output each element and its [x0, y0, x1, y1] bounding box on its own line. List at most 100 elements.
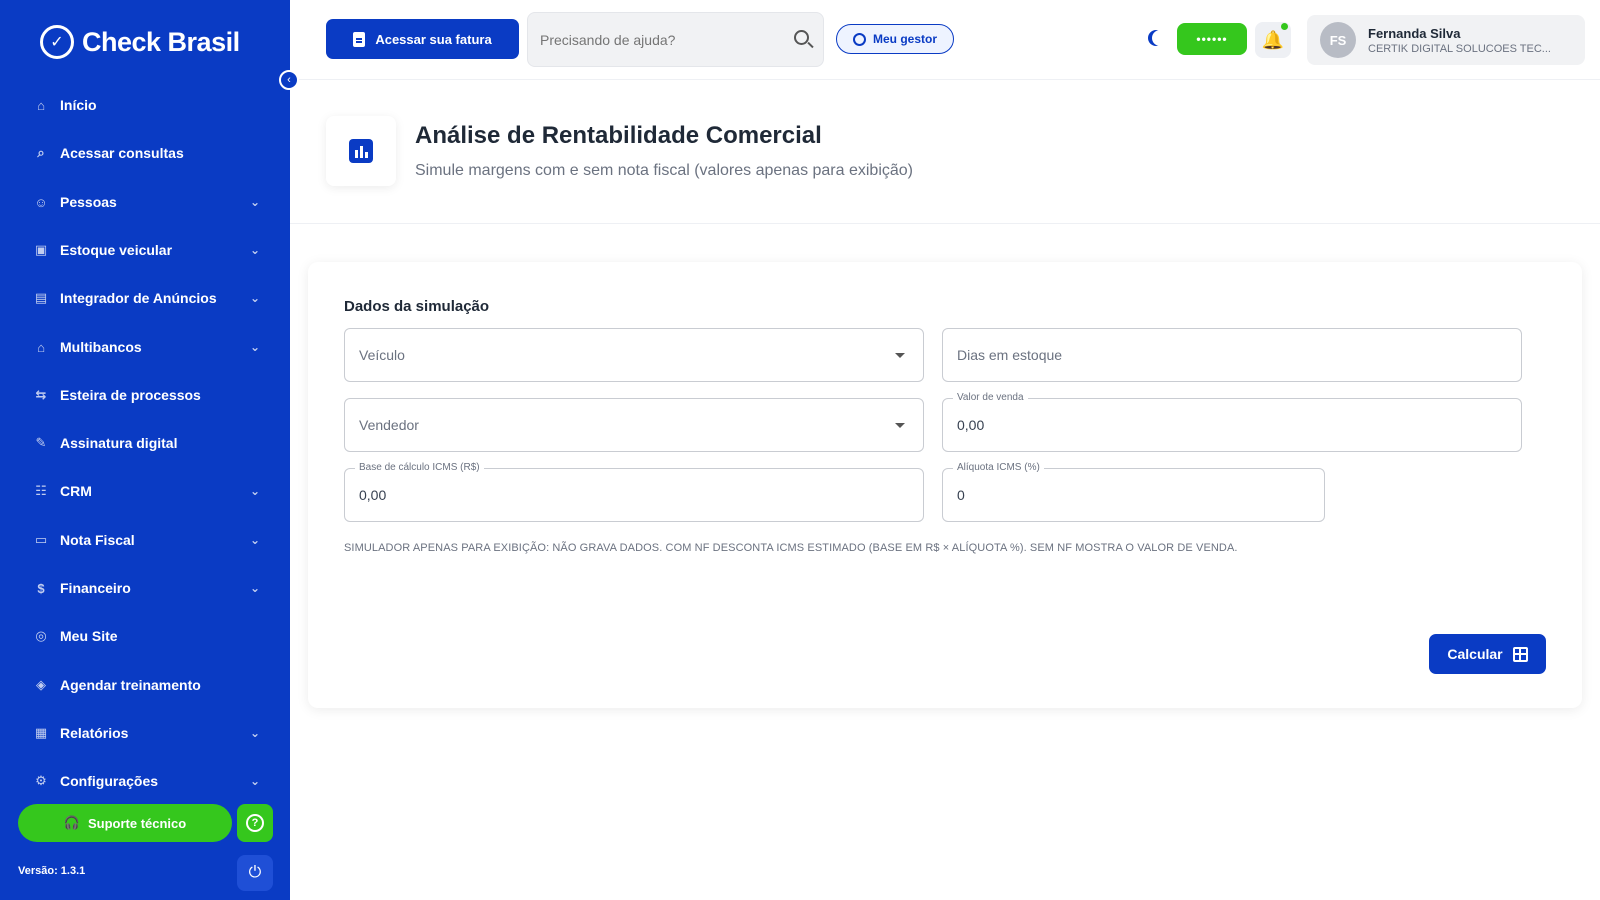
chevron-down-icon: ⌄ [249, 774, 260, 788]
page-title: Análise de Rentabilidade Comercial [415, 122, 822, 149]
page-header: Análise de Rentabilidade Comercial Simul… [290, 80, 1600, 224]
invoice-icon: ▭ [34, 532, 48, 547]
help-search-input[interactable] [540, 13, 780, 66]
days-in-stock-placeholder: Dias em estoque [957, 347, 1063, 363]
sidebar-item-label: Relatórios [60, 725, 129, 741]
crm-icon: ☷ [35, 483, 47, 498]
search-icon[interactable] [794, 30, 809, 45]
sidebar-item[interactable]: ☷ CRM ⌄ [0, 474, 290, 508]
icms-rate-label: Alíquota ICMS (%) [953, 462, 1044, 473]
sidebar-item[interactable]: ⚙ Configurações ⌄ [0, 764, 290, 798]
workflow-icon: ⇆ [35, 387, 47, 402]
sidebar-item[interactable]: ⇆ Esteira de processos [0, 378, 290, 412]
calculate-button-label: Calcular [1447, 646, 1503, 662]
logout-button[interactable]: ⏻ [237, 855, 273, 891]
sidebar-item-label: Assinatura digital [60, 435, 178, 451]
sidebar-item-label: Integrador de Anúncios [60, 290, 217, 306]
ads-icon: ▤ [34, 290, 48, 305]
version-label: Versão: 1.3.1 [18, 865, 86, 877]
chevron-down-icon: ⌄ [249, 484, 260, 498]
headset-icon: 🎧 [63, 815, 80, 830]
signature-icon: ✎ [35, 435, 47, 450]
sidebar-item-label: Esteira de processos [60, 387, 201, 403]
sidebar-item-label: Pessoas [60, 194, 117, 210]
icms-rate-field[interactable]: Alíquota ICMS (%) 0 [942, 462, 1325, 522]
sidebar-item[interactable]: ▤ Integrador de Anúncios ⌄ [0, 281, 290, 315]
chevron-down-icon: ⌄ [249, 726, 260, 740]
money-icon: $ [37, 580, 45, 596]
page-subtitle: Simule margens com e sem nota fiscal (va… [415, 162, 914, 179]
user-menu[interactable]: FS Fernanda Silva CERTIK DIGITAL SOLUCOE… [1307, 15, 1585, 65]
sidebar-item-label: Início [60, 97, 97, 113]
brand-logo[interactable]: ✓ Check Brasil [40, 25, 240, 59]
sidebar-item[interactable]: ⌂ Início [0, 88, 290, 122]
collapse-sidebar-button[interactable]: ‹ [279, 70, 299, 90]
sale-value-field[interactable]: Valor de venda 0,00 [942, 392, 1522, 452]
section-title: Dados da simulação [344, 298, 490, 315]
invoice-button-label: Acessar sua fatura [375, 31, 492, 47]
sale-value: 0,00 [957, 417, 985, 433]
chevron-down-icon: ⌄ [249, 195, 260, 209]
graduation-icon: ◈ [36, 677, 46, 692]
help-search [527, 12, 824, 67]
status-pill[interactable]: •••••• [1177, 23, 1247, 55]
sidebar-item-label: CRM [60, 483, 92, 499]
sidebar-item[interactable]: ☺ Pessoas ⌄ [0, 185, 290, 219]
invoice-button[interactable]: Acessar sua fatura [326, 19, 519, 59]
chevron-down-icon: ⌄ [249, 340, 260, 354]
sidebar-item[interactable]: ⌂ Multibancos ⌄ [0, 330, 290, 364]
support-button-label: Suporte técnico [87, 815, 187, 831]
icms-base-value: 0,00 [359, 487, 387, 503]
moon-icon[interactable] [1152, 30, 1168, 46]
sidebar-item-label: Multibancos [60, 339, 142, 355]
sidebar-item[interactable]: ✎ Assinatura digital [0, 426, 290, 460]
sidebar: ✓ Check Brasil ⌂ Início ⌕ Acessar consultas… [0, 0, 290, 900]
sidebar-item[interactable]: ◈ Agendar treinamento [0, 668, 290, 702]
sidebar-item-label: Nota Fiscal [60, 532, 135, 548]
caret-down-icon [895, 423, 905, 428]
power-icon: ⏻ [248, 864, 262, 881]
sidebar-item-label: Financeiro [60, 580, 131, 596]
chevron-down-icon: ⌄ [249, 533, 260, 547]
chevron-down-icon: ⌄ [249, 243, 260, 257]
headset-icon [852, 32, 866, 46]
page-icon-box [326, 116, 396, 186]
top-header: Acessar sua fatura Meu gestor •••••• 🔔 F… [290, 0, 1600, 80]
chevron-down-icon: ⌄ [249, 581, 260, 595]
icms-rate-value: 0 [957, 487, 965, 503]
brand-name: Check Brasil [82, 26, 240, 57]
home-icon: ⌂ [37, 97, 45, 113]
car-icon: ▣ [34, 242, 48, 257]
help-button[interactable]: ? [237, 804, 273, 842]
icms-base-field[interactable]: Base de cálculo ICMS (R$) 0,00 [344, 462, 924, 522]
bank-icon: ⌂ [37, 339, 45, 355]
logo-icon: ✓ [40, 25, 74, 59]
document-icon [353, 31, 366, 47]
seller-select[interactable]: Vendedor [344, 398, 924, 452]
vehicle-select[interactable]: Veículo [344, 328, 924, 382]
bar-chart-icon [349, 139, 373, 163]
sidebar-item[interactable]: $ Financeiro ⌄ [0, 571, 290, 605]
sidebar-item-label: Configurações [60, 773, 159, 789]
sidebar-item-label: Estoque veicular [60, 242, 173, 258]
sidebar-item[interactable]: ▣ Estoque veicular ⌄ [0, 233, 290, 267]
user-name: Fernanda Silva [1368, 25, 1461, 41]
support-button[interactable]: 🎧 Suporte técnico [18, 804, 232, 842]
sidebar-item[interactable]: ◎ Meu Site [0, 619, 290, 653]
notification-dot [1281, 23, 1288, 30]
user-company: CERTIK DIGITAL SOLUCOES TEC... [1368, 42, 1551, 55]
sidebar-item[interactable]: ⌕ Acessar consultas [0, 136, 290, 170]
days-in-stock-field[interactable]: Dias em estoque [942, 328, 1522, 382]
calculator-icon [1512, 646, 1528, 662]
calculate-button[interactable]: Calcular [1429, 634, 1546, 674]
manager-button[interactable]: Meu gestor [836, 24, 954, 54]
simulation-card: Dados da simulação Veículo Dias em estoq… [308, 262, 1582, 708]
sidebar-item[interactable]: ▦ Relatórios ⌄ [0, 716, 290, 750]
sidebar-item[interactable]: ▭ Nota Fiscal ⌄ [0, 523, 290, 557]
sidebar-item-label: Agendar treinamento [60, 677, 201, 693]
vehicle-select-placeholder: Veículo [359, 347, 405, 363]
notifications-button[interactable]: 🔔 [1255, 22, 1291, 58]
caret-down-icon [895, 353, 905, 358]
report-icon: ▦ [34, 725, 48, 740]
sidebar-item-label: Meu Site [60, 628, 118, 644]
